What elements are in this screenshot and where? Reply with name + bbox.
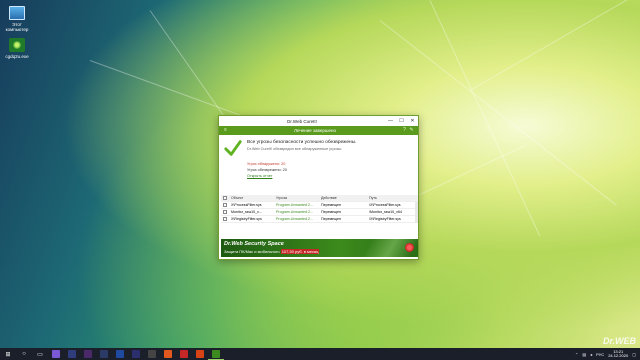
taskbar-app-7[interactable] xyxy=(144,348,160,360)
cell-object: X\RegistryFilter.sys xyxy=(231,217,262,221)
taskbar-app-1[interactable] xyxy=(48,348,64,360)
app-tile-icon xyxy=(84,350,92,358)
ad-banner[interactable]: Dr.Web Security Space Защита ПК/Mac и мо… xyxy=(221,239,418,257)
row-checkbox[interactable] xyxy=(223,203,227,207)
app-tile-icon xyxy=(196,350,204,358)
cureit-icon xyxy=(9,38,25,52)
open-report-link[interactable]: Открыть отчет xyxy=(247,174,272,178)
banner-title: Dr.Web Security Space xyxy=(224,241,284,247)
settings-icon[interactable]: ✎ xyxy=(408,127,415,134)
app-tile-icon xyxy=(148,350,156,358)
table-row[interactable]: X\RegistryFilter.sys Program.Unwanted.2.… xyxy=(221,216,418,223)
start-button[interactable]: ⊞ xyxy=(0,348,16,360)
taskbar-app-2[interactable] xyxy=(64,348,80,360)
select-all-checkbox[interactable] xyxy=(223,196,227,200)
app-tile-icon xyxy=(68,350,76,358)
window-title: Dr.Web CureIt! xyxy=(287,118,317,124)
notification-icon[interactable]: ▢ xyxy=(632,352,636,357)
result-panel: Все угрозы безопасности успешно обезвреж… xyxy=(219,135,418,223)
desktop-icon-label: Этот компьютер xyxy=(5,22,29,32)
row-checkbox[interactable] xyxy=(223,217,227,221)
banner-price: 107,50 руб. в месяц xyxy=(280,249,320,254)
app-tile-icon xyxy=(164,350,172,358)
status-title: Все угрозы безопасности успешно обезвреж… xyxy=(247,140,357,145)
table-scrollbar[interactable] xyxy=(415,202,418,223)
taskbar-app-3[interactable] xyxy=(80,348,96,360)
app-tile-icon xyxy=(132,350,140,358)
app-tile-icon xyxy=(52,350,60,358)
desktop-icon-label: cgdq2u.exe xyxy=(5,54,29,59)
cell-threat: Program.Unwanted.2... xyxy=(276,210,313,214)
wallpaper-streak xyxy=(469,0,635,91)
cell-path: \Monitor_ssw10_x64 xyxy=(369,210,402,214)
column-header-object[interactable]: Объект xyxy=(229,196,274,200)
cureit-window: Dr.Web CureIt! — ☐ ✕ ≡ Лечение завершено… xyxy=(218,115,419,260)
taskbar-app-6[interactable] xyxy=(128,348,144,360)
status-subtitle: Dr.Web CureIt! обезвредил все обнаруженн… xyxy=(247,147,343,151)
cell-path: \X\ProcessFilter.sys xyxy=(369,203,401,207)
row-checkbox[interactable] xyxy=(223,210,227,214)
cell-action: Перемещен xyxy=(321,203,341,207)
network-icon[interactable]: ▤ xyxy=(582,352,586,357)
cell-action: Перемещен xyxy=(321,210,341,214)
cell-path: \X\RegistryFilter.sys xyxy=(369,217,401,221)
chevron-up-icon[interactable]: ⌃ xyxy=(575,352,578,357)
close-button[interactable]: ✕ xyxy=(407,116,418,126)
column-header-path[interactable]: Путь xyxy=(367,196,414,200)
threats-fixed-count: Угроз обезврежено: 20 xyxy=(247,168,288,172)
taskbar-app-9[interactable] xyxy=(176,348,192,360)
search-icon[interactable]: ○ xyxy=(16,348,32,360)
drweb-spider-icon xyxy=(405,243,414,252)
column-header-threat[interactable]: Угроза xyxy=(274,196,319,200)
taskbar-app-4[interactable] xyxy=(96,348,112,360)
cell-action: Перемещен xyxy=(321,217,341,221)
cureit-icon xyxy=(212,349,220,358)
banner-text: Защита ПК/Mac и мобильного 107,50 руб. в… xyxy=(224,249,320,254)
app-tile-icon xyxy=(100,350,108,358)
app-tile-icon xyxy=(180,350,188,358)
toolbar-title: Лечение завершено xyxy=(294,128,336,133)
language-indicator[interactable]: РУС xyxy=(596,352,604,357)
computer-icon xyxy=(9,6,25,20)
desktop-icon-cureit[interactable]: cgdq2u.exe xyxy=(2,38,32,59)
table-header: Объект Угроза Действие Путь xyxy=(221,195,418,202)
cell-threat: Program.Unwanted.2... xyxy=(276,217,313,221)
window-toolbar: ≡ Лечение завершено ? ✎ xyxy=(219,126,418,135)
taskbar: ⊞ ○ ▭ ⌃ ▤ ◂ РУС 13:21 24.12.2020 ▢ xyxy=(0,348,640,360)
table-row[interactable]: Monitor_ssw10_x... Program.Unwanted.2...… xyxy=(221,209,418,216)
taskbar-app-8[interactable] xyxy=(160,348,176,360)
table-row[interactable]: X\ProcessFilter.sys Program.Unwanted.2..… xyxy=(221,202,418,209)
taskbar-app-10[interactable] xyxy=(192,348,208,360)
cell-object: X\ProcessFilter.sys xyxy=(231,203,262,207)
help-icon[interactable]: ? xyxy=(401,127,408,134)
taskbar-app-cureit[interactable] xyxy=(208,348,224,360)
window-titlebar[interactable]: Dr.Web CureIt! — ☐ ✕ xyxy=(219,116,418,126)
banner-text-lead: Защита ПК/Mac и мобильного xyxy=(224,249,280,254)
threats-found-count: Угроз обнаружено: 20 xyxy=(247,162,286,166)
cell-threat: Program.Unwanted.2... xyxy=(276,203,313,207)
volume-icon[interactable]: ◂ xyxy=(590,352,592,357)
column-header-action[interactable]: Действие xyxy=(319,196,367,200)
desktop-icon-this-pc[interactable]: Этот компьютер xyxy=(2,6,32,32)
clock-date: 24.12.2020 xyxy=(608,353,629,358)
task-view-icon[interactable]: ▭ xyxy=(32,348,48,360)
threats-table: Объект Угроза Действие Путь X\ProcessFil… xyxy=(221,195,418,223)
cell-object: Monitor_ssw10_x... xyxy=(231,210,262,214)
app-tile-icon xyxy=(116,350,124,358)
clock[interactable]: 13:21 24.12.2020 xyxy=(608,349,629,359)
checkmark-icon xyxy=(224,140,242,156)
minimize-button[interactable]: — xyxy=(385,116,396,126)
drweb-watermark: Dr.WEB xyxy=(602,336,636,346)
wallpaper-streak xyxy=(429,0,541,237)
menu-icon[interactable]: ≡ xyxy=(222,127,229,134)
system-tray: ⌃ ▤ ◂ РУС 13:21 24.12.2020 ▢ xyxy=(575,349,640,359)
maximize-button[interactable]: ☐ xyxy=(396,116,407,126)
taskbar-app-5[interactable] xyxy=(112,348,128,360)
